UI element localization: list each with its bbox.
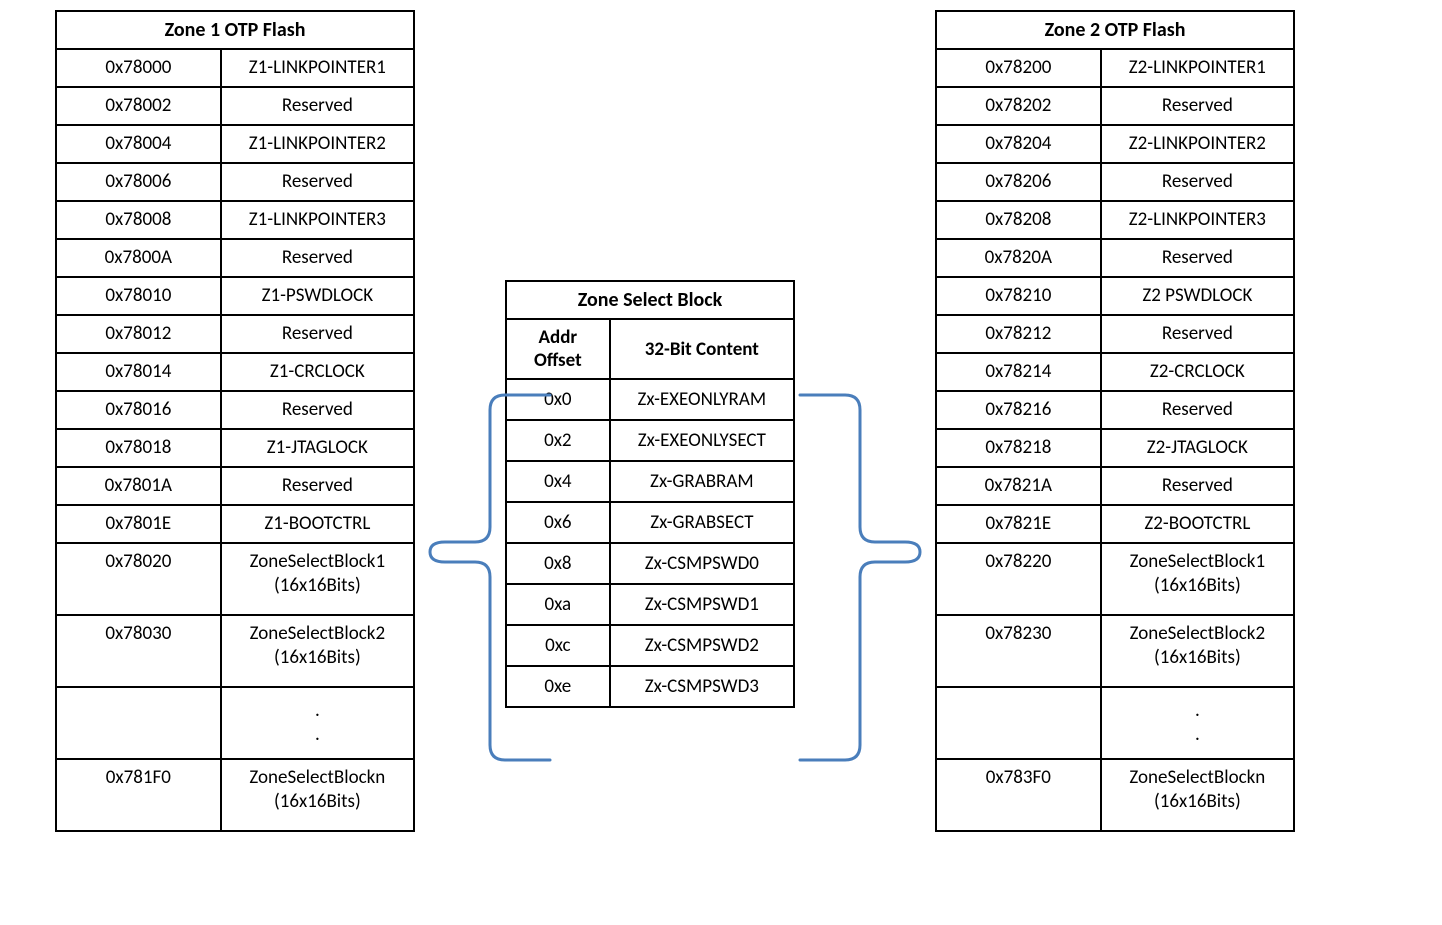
addr-cell: 0x78204 [936, 125, 1101, 163]
addr-cell: 0x78208 [936, 201, 1101, 239]
name-cell: Reserved [221, 467, 414, 505]
addr-cell: 0x78016 [56, 391, 221, 429]
addr-cell: 0x7800A [56, 239, 221, 277]
content-cell: Zx-CSMPSWD3 [610, 666, 794, 707]
addr-cell: 0x7821E [936, 505, 1101, 543]
addr-cell [56, 687, 221, 759]
zone1-body: 0x78000Z1-LINKPOINTER10x78002Reserved0x7… [56, 49, 414, 831]
name-cell: Reserved [1101, 467, 1294, 505]
name-cell: Z2-JTAGLOCK [1101, 429, 1294, 467]
addr-cell: 0x781F0 [56, 759, 221, 831]
name-cell: .. [1101, 687, 1294, 759]
name-cell: Z2-LINKPOINTER2 [1101, 125, 1294, 163]
addr-cell [936, 687, 1101, 759]
addr-cell: 0x78212 [936, 315, 1101, 353]
name-cell: Z2-LINKPOINTER3 [1101, 201, 1294, 239]
name-cell: ZoneSelectBlock2(16x16Bits) [221, 615, 414, 687]
addr-cell: 0x78214 [936, 353, 1101, 391]
name-cell: Z2-LINKPOINTER1 [1101, 49, 1294, 87]
addr-cell: 0x78018 [56, 429, 221, 467]
addr-cell: 0x7801E [56, 505, 221, 543]
name-cell: Z1-LINKPOINTER3 [221, 201, 414, 239]
name-cell: Z1-LINKPOINTER2 [221, 125, 414, 163]
name-cell: Z2-BOOTCTRL [1101, 505, 1294, 543]
addr-cell: 0x78230 [936, 615, 1101, 687]
content-cell: Zx-CSMPSWD0 [610, 543, 794, 584]
name-cell: Z1-JTAGLOCK [221, 429, 414, 467]
name-cell: Reserved [221, 391, 414, 429]
addr-cell: 0x7820A [936, 239, 1101, 277]
zone2-body: 0x78200Z2-LINKPOINTER10x78202Reserved0x7… [936, 49, 1294, 831]
addr-cell: 0x78216 [936, 391, 1101, 429]
name-cell: Reserved [1101, 315, 1294, 353]
name-cell: Reserved [1101, 239, 1294, 277]
content-cell: Zx-CSMPSWD2 [610, 625, 794, 666]
content-cell: Zx-CSMPSWD1 [610, 584, 794, 625]
name-cell: Z1-CRCLOCK [221, 353, 414, 391]
diagram-root: Zone 1 OTP Flash 0x78000Z1-LINKPOINTER10… [10, 10, 1432, 915]
addr-cell: 0x78218 [936, 429, 1101, 467]
content-cell: Zx-GRABSECT [610, 502, 794, 543]
zone2-title: Zone 2 OTP Flash [936, 11, 1294, 49]
addr-cell: 0x78000 [56, 49, 221, 87]
addr-cell: 0x78008 [56, 201, 221, 239]
content-cell: Zx-GRABRAM [610, 461, 794, 502]
zsb-head-content: 32-Bit Content [610, 319, 794, 379]
addr-cell: 0x78004 [56, 125, 221, 163]
left-brace [415, 10, 505, 915]
name-cell: .. [221, 687, 414, 759]
addr-cell: 0x78220 [936, 543, 1101, 615]
addr-cell: 0x78200 [936, 49, 1101, 87]
name-cell: Z2 PSWDLOCK [1101, 277, 1294, 315]
name-cell: Z2-CRCLOCK [1101, 353, 1294, 391]
addr-cell: 0x78202 [936, 87, 1101, 125]
name-cell: Z1-PSWDLOCK [221, 277, 414, 315]
addr-cell: 0x78030 [56, 615, 221, 687]
name-cell: Reserved [1101, 391, 1294, 429]
addr-cell: 0x78014 [56, 353, 221, 391]
name-cell: Reserved [1101, 163, 1294, 201]
addr-cell: 0x7801A [56, 467, 221, 505]
addr-cell: 0x7821A [936, 467, 1101, 505]
zone2-column: Zone 2 OTP Flash 0x78200Z2-LINKPOINTER10… [935, 10, 1295, 832]
name-cell: ZoneSelectBlockn(16x16Bits) [221, 759, 414, 831]
addr-cell: 0x78002 [56, 87, 221, 125]
name-cell: Z1-BOOTCTRL [221, 505, 414, 543]
name-cell: Reserved [221, 87, 414, 125]
name-cell: ZoneSelectBlock1(16x16Bits) [221, 543, 414, 615]
name-cell: Z1-LINKPOINTER1 [221, 49, 414, 87]
content-cell: Zx-EXEONLYRAM [610, 379, 794, 420]
content-cell: Zx-EXEONLYSECT [610, 420, 794, 461]
addr-cell: 0x78010 [56, 277, 221, 315]
addr-cell: 0x78012 [56, 315, 221, 353]
addr-cell: 0x78206 [936, 163, 1101, 201]
zone1-title: Zone 1 OTP Flash [56, 11, 414, 49]
zone1-column: Zone 1 OTP Flash 0x78000Z1-LINKPOINTER10… [55, 10, 415, 832]
name-cell: ZoneSelectBlock1(16x16Bits) [1101, 543, 1294, 615]
name-cell: Reserved [221, 239, 414, 277]
addr-cell: 0x78006 [56, 163, 221, 201]
zone2-table: Zone 2 OTP Flash 0x78200Z2-LINKPOINTER10… [935, 10, 1295, 832]
addr-cell: 0x783F0 [936, 759, 1101, 831]
name-cell: Reserved [1101, 87, 1294, 125]
name-cell: ZoneSelectBlock2(16x16Bits) [1101, 615, 1294, 687]
right-brace [795, 10, 885, 915]
name-cell: ZoneSelectBlockn(16x16Bits) [1101, 759, 1294, 831]
name-cell: Reserved [221, 163, 414, 201]
addr-cell: 0x78020 [56, 543, 221, 615]
addr-cell: 0x78210 [936, 277, 1101, 315]
zone1-table: Zone 1 OTP Flash 0x78000Z1-LINKPOINTER10… [55, 10, 415, 832]
name-cell: Reserved [221, 315, 414, 353]
